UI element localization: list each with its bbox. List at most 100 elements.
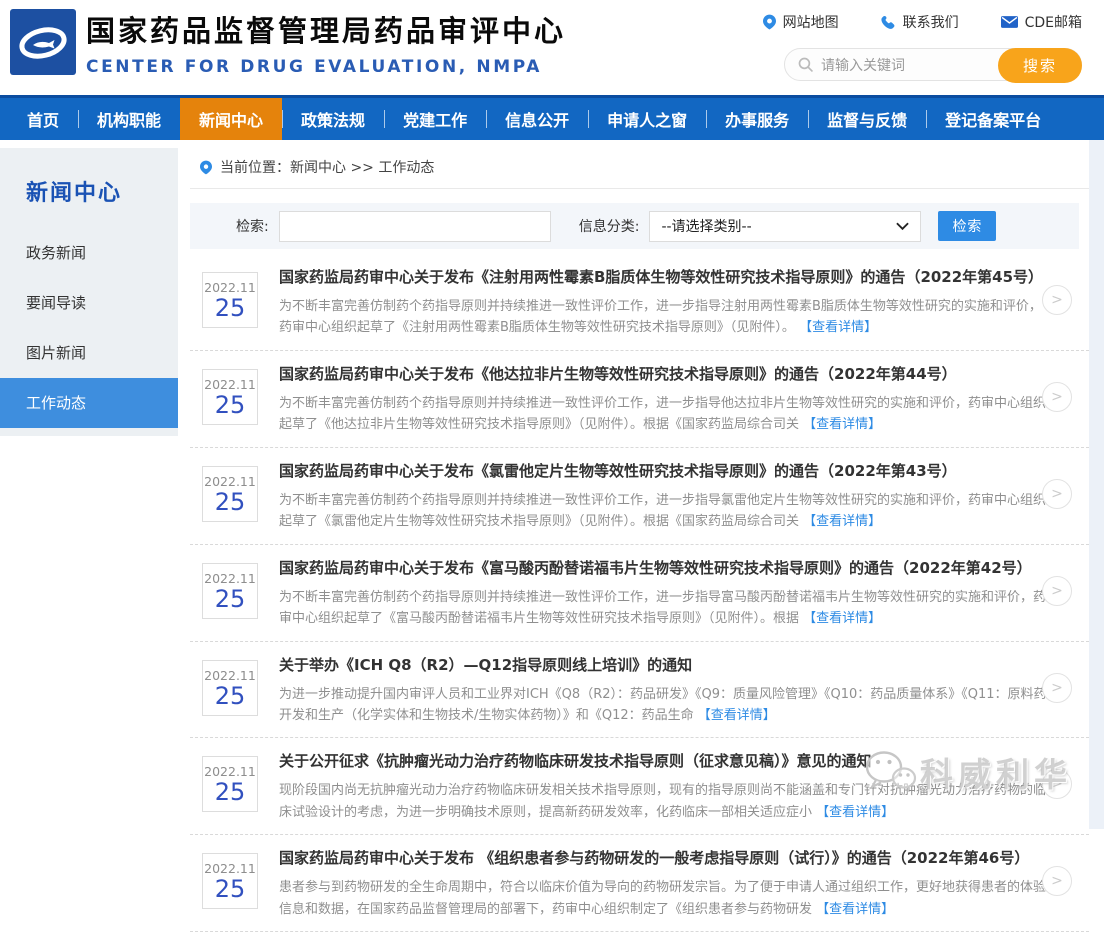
breadcrumb-text: 当前位置：新闻中心 >> 工作动态 bbox=[220, 157, 434, 177]
news-body: 关于公开征求《抗肿瘤光动力治疗药物临床研发技术指导原则（征求意见稿）》意见的通知… bbox=[279, 751, 1089, 823]
brand-block: 国家药品监督管理局药品审评中心 CENTER FOR DRUG EVALUATI… bbox=[86, 8, 566, 77]
sidebar-item-news-highlights[interactable]: 要闻导读 bbox=[0, 278, 178, 328]
news-summary-text: 为不断丰富完善仿制药个药指导原则并持续推进一致性评价工作，进一步指导他达拉非片生… bbox=[279, 396, 1046, 432]
news-summary: 为不断丰富完善仿制药个药指导原则并持续推进一致性评价工作，进一步指导富马酸丙酚替… bbox=[279, 587, 1051, 630]
main-content: 当前位置：新闻中心 >> 工作动态 检索: 信息分类: --请选择类别-- 检索… bbox=[190, 148, 1089, 932]
header-quick-links: 网站地图 联系我们 CDE邮箱 bbox=[763, 12, 1082, 32]
nav-item-info-disclosure[interactable]: 信息公开 bbox=[486, 98, 588, 140]
site-header: 国家药品监督管理局药品审评中心 CENTER FOR DRUG EVALUATI… bbox=[0, 0, 1104, 95]
filter-search-button[interactable]: 检索 bbox=[938, 211, 996, 241]
sidebar-item-work-updates[interactable]: 工作动态 bbox=[0, 378, 178, 428]
news-summary: 现阶段国内尚无抗肿瘤光动力治疗药物临床研发相关技术指导原则，现有的指导原则尚不能… bbox=[279, 780, 1051, 823]
news-summary-text: 为进一步推动提升国内审评人员和工业界对ICH《Q8（R2）：药品研发》《Q9：质… bbox=[279, 687, 1047, 723]
news-arrow-button[interactable]: > bbox=[1042, 576, 1072, 606]
news-date-box: 2022.11 25 bbox=[202, 272, 258, 328]
site-title: 国家药品监督管理局药品审评中心 bbox=[86, 8, 566, 50]
news-item: 2022.11 25 关于举办《ICH Q8（R2）—Q12指导原则线上培训》的… bbox=[190, 642, 1089, 739]
site-logo bbox=[10, 9, 76, 75]
nav-item-supervision-feedback[interactable]: 监督与反馈 bbox=[808, 98, 926, 140]
news-date-day: 25 bbox=[203, 876, 257, 903]
chevron-right-icon: > bbox=[1051, 776, 1063, 792]
news-title-link[interactable]: 国家药监局药审中心关于发布《他达拉非片生物等效性研究技术指导原则》的通告（202… bbox=[279, 364, 1051, 385]
filter-bar: 检索: 信息分类: --请选择类别-- 检索 bbox=[190, 203, 1079, 249]
news-date-month: 2022.11 bbox=[203, 280, 257, 295]
site-search-button[interactable]: 搜索 bbox=[998, 48, 1082, 83]
page-right-gutter bbox=[1089, 140, 1104, 829]
news-detail-link[interactable]: 【查看详情】 bbox=[816, 805, 894, 820]
news-arrow-button[interactable]: > bbox=[1042, 479, 1072, 509]
news-date-month: 2022.11 bbox=[203, 764, 257, 779]
news-item: 2022.11 25 国家药监局药审中心关于发布《注射用两性霉素B脂质体生物等效… bbox=[190, 254, 1089, 351]
news-detail-link[interactable]: 【查看详情】 bbox=[803, 514, 881, 529]
location-pin-icon bbox=[763, 14, 776, 30]
news-detail-link[interactable]: 【查看详情】 bbox=[698, 708, 776, 723]
news-item: 2022.11 25 国家药监局药审中心关于发布 《组织患者参与药物研发的一般考… bbox=[190, 835, 1089, 932]
nav-item-news-center[interactable]: 新闻中心 bbox=[180, 98, 282, 140]
news-summary-text: 为不断丰富完善仿制药个药指导原则并持续推进一致性评价工作，进一步指导注射用两性霉… bbox=[279, 299, 1042, 335]
chevron-right-icon: > bbox=[1051, 389, 1063, 405]
category-select[interactable]: --请选择类别-- bbox=[649, 211, 921, 242]
category-label: 信息分类: bbox=[579, 216, 640, 236]
cde-mail-label: CDE邮箱 bbox=[1025, 12, 1082, 32]
news-date-day: 25 bbox=[203, 392, 257, 419]
news-date-month: 2022.11 bbox=[203, 474, 257, 489]
news-arrow-button[interactable]: > bbox=[1042, 382, 1072, 412]
news-summary-text: 为不断丰富完善仿制药个药指导原则并持续推进一致性评价工作，进一步指导氯雷他定片生… bbox=[279, 493, 1046, 529]
phone-icon bbox=[881, 15, 896, 30]
nav-item-policies[interactable]: 政策法规 bbox=[282, 98, 384, 140]
news-detail-link[interactable]: 【查看详情】 bbox=[816, 902, 894, 917]
news-date-day: 25 bbox=[203, 295, 257, 322]
news-detail-link[interactable]: 【查看详情】 bbox=[799, 320, 877, 335]
news-body: 国家药监局药审中心关于发布《注射用两性霉素B脂质体生物等效性研究技术指导原则》的… bbox=[279, 267, 1089, 339]
sitemap-link[interactable]: 网站地图 bbox=[763, 12, 839, 32]
news-summary-text: 现阶段国内尚无抗肿瘤光动力治疗药物临床研发相关技术指导原则，现有的指导原则尚不能… bbox=[279, 783, 1046, 819]
news-summary: 为不断丰富完善仿制药个药指导原则并持续推进一致性评价工作，进一步指导注射用两性霉… bbox=[279, 296, 1051, 339]
location-pin-icon bbox=[200, 160, 212, 175]
news-date-day: 25 bbox=[203, 489, 257, 516]
news-summary: 为不断丰富完善仿制药个药指导原则并持续推进一致性评价工作，进一步指导他达拉非片生… bbox=[279, 393, 1051, 436]
news-body: 国家药监局药审中心关于发布《他达拉非片生物等效性研究技术指导原则》的通告（202… bbox=[279, 364, 1089, 436]
cde-mail-link[interactable]: CDE邮箱 bbox=[1001, 12, 1082, 32]
nav-item-party-building[interactable]: 党建工作 bbox=[384, 98, 486, 140]
news-title-link[interactable]: 国家药监局药审中心关于发布《注射用两性霉素B脂质体生物等效性研究技术指导原则》的… bbox=[279, 267, 1051, 288]
nav-item-applicant-window[interactable]: 申请人之窗 bbox=[588, 98, 706, 140]
sidebar-title: 新闻中心 bbox=[0, 148, 178, 228]
news-summary-text: 为不断丰富完善仿制药个药指导原则并持续推进一致性评价工作，进一步指导富马酸丙酚替… bbox=[279, 590, 1046, 626]
sidebar-item-photo-news[interactable]: 图片新闻 bbox=[0, 328, 178, 378]
news-arrow-button[interactable]: > bbox=[1042, 673, 1072, 703]
sidebar-item-government-news[interactable]: 政务新闻 bbox=[0, 228, 178, 278]
news-title-link[interactable]: 关于举办《ICH Q8（R2）—Q12指导原则线上培训》的通知 bbox=[279, 655, 1051, 676]
news-detail-link[interactable]: 【查看详情】 bbox=[803, 611, 881, 626]
news-date-box: 2022.11 25 bbox=[202, 756, 258, 812]
news-body: 国家药监局药审中心关于发布《富马酸丙酚替诺福韦片生物等效性研究技术指导原则》的通… bbox=[279, 558, 1089, 630]
news-list: 2022.11 25 国家药监局药审中心关于发布《注射用两性霉素B脂质体生物等效… bbox=[190, 254, 1089, 932]
news-arrow-button[interactable]: > bbox=[1042, 285, 1072, 315]
nav-item-home[interactable]: 首页 bbox=[8, 98, 78, 140]
news-detail-link[interactable]: 【查看详情】 bbox=[803, 417, 881, 432]
sidebar: 新闻中心 政务新闻 要闻导读 图片新闻 工作动态 bbox=[0, 148, 178, 436]
chevron-right-icon: > bbox=[1051, 680, 1063, 696]
news-summary: 患者参与到药物研发的全生命周期中，符合以临床价值为导向的药物研发宗旨。为了便于申… bbox=[279, 877, 1051, 920]
news-item: 2022.11 25 国家药监局药审中心关于发布《氯雷他定片生物等效性研究技术指… bbox=[190, 448, 1089, 545]
news-date-month: 2022.11 bbox=[203, 861, 257, 876]
news-title-link[interactable]: 国家药监局药审中心关于发布《富马酸丙酚替诺福韦片生物等效性研究技术指导原则》的通… bbox=[279, 558, 1051, 579]
news-date-box: 2022.11 25 bbox=[202, 466, 258, 522]
site-subtitle: CENTER FOR DRUG EVALUATION, NMPA bbox=[86, 57, 566, 77]
news-item: 2022.11 25 国家药监局药审中心关于发布《他达拉非片生物等效性研究技术指… bbox=[190, 351, 1089, 448]
nav-item-functions[interactable]: 机构职能 bbox=[78, 98, 180, 140]
keyword-input[interactable] bbox=[279, 211, 551, 242]
contact-link[interactable]: 联系我们 bbox=[881, 12, 959, 32]
sitemap-label: 网站地图 bbox=[783, 12, 839, 32]
page-body: 新闻中心 政务新闻 要闻导读 图片新闻 工作动态 当前位置：新闻中心 >> 工作… bbox=[0, 148, 1104, 932]
cde-emblem-icon bbox=[10, 9, 76, 75]
news-summary: 为不断丰富完善仿制药个药指导原则并持续推进一致性评价工作，进一步指导氯雷他定片生… bbox=[279, 490, 1051, 533]
news-body: 国家药监局药审中心关于发布《氯雷他定片生物等效性研究技术指导原则》的通告（202… bbox=[279, 461, 1089, 533]
nav-item-services[interactable]: 办事服务 bbox=[706, 98, 808, 140]
news-title-link[interactable]: 国家药监局药审中心关于发布《氯雷他定片生物等效性研究技术指导原则》的通告（202… bbox=[279, 461, 1051, 482]
search-icon bbox=[798, 57, 813, 72]
news-date-month: 2022.11 bbox=[203, 377, 257, 392]
nav-item-registration-platform[interactable]: 登记备案平台 bbox=[926, 98, 1060, 140]
news-title-link[interactable]: 国家药监局药审中心关于发布 《组织患者参与药物研发的一般考虑指导原则（试行）》的… bbox=[279, 848, 1051, 869]
news-date-box: 2022.11 25 bbox=[202, 563, 258, 619]
news-title-link[interactable]: 关于公开征求《抗肿瘤光动力治疗药物临床研发技术指导原则（征求意见稿）》意见的通知 bbox=[279, 751, 1051, 772]
